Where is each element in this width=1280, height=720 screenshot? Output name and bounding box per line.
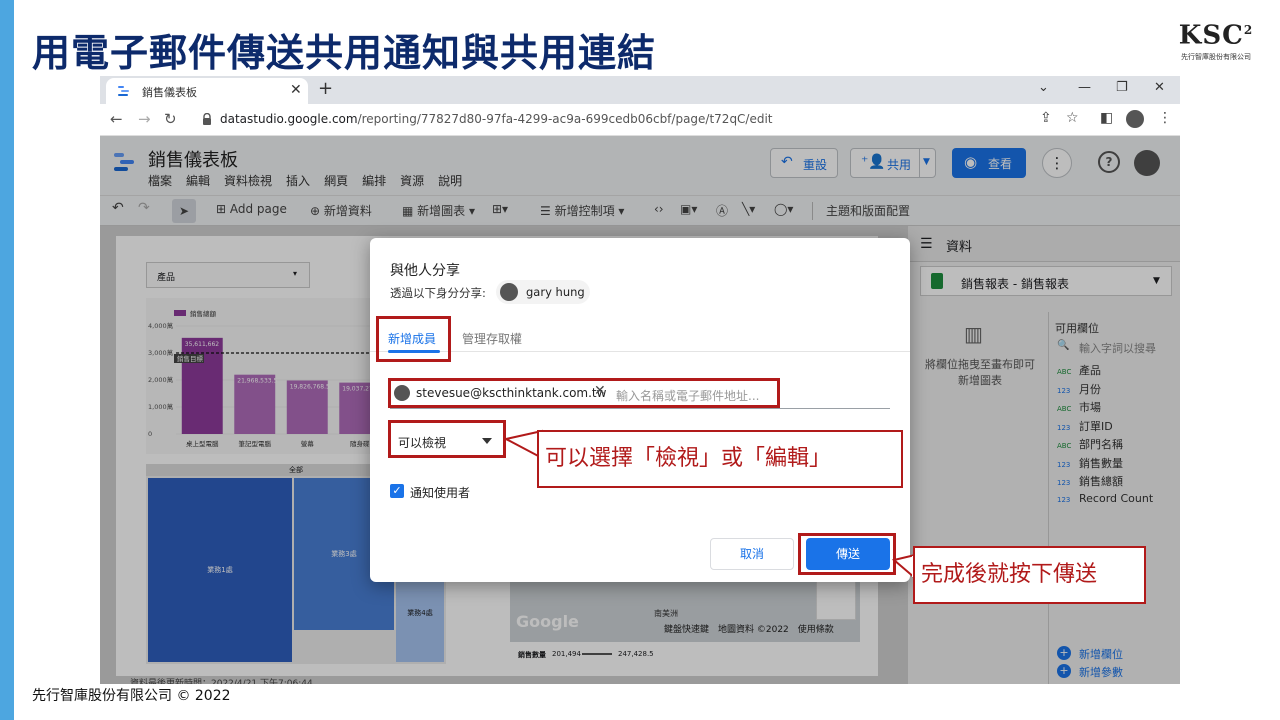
highlight-add-members-tab xyxy=(376,316,451,362)
url-field[interactable]: datastudio.google.com/reporting/77827d80… xyxy=(192,107,1092,133)
share-as-chip: gary hung xyxy=(496,280,590,304)
notify-label: 通知使用者 xyxy=(410,486,471,500)
cancel-button[interactable]: 取消 xyxy=(710,538,794,570)
slide-footer: 先行智庫股份有限公司 © 2022 xyxy=(32,688,231,704)
tab-close-icon[interactable]: ✕ xyxy=(290,82,302,98)
share-as-avatar xyxy=(500,283,518,301)
close-window-icon[interactable]: ✕ xyxy=(1154,80,1165,95)
callout-send: 完成後就按下傳送 xyxy=(913,546,1146,604)
share-as-label: 透過以下身分分享: xyxy=(390,286,486,300)
dialog-title: 與他人分享 xyxy=(390,263,460,279)
dialog-tabs: 新增成員 管理存取權 xyxy=(370,324,910,353)
callout-permission: 可以選擇「檢視」或「編輯」 xyxy=(537,430,903,488)
back-icon[interactable]: ← xyxy=(110,110,123,128)
reload-icon[interactable]: ↻ xyxy=(164,110,177,128)
tab-title: 銷售儀表板 xyxy=(142,86,197,99)
bookmark-star-icon[interactable]: ☆ xyxy=(1066,110,1079,126)
tab-strip: 銷售儀表板 ✕ + ⌄ — ❐ ✕ xyxy=(100,76,1180,104)
highlight-invite-input xyxy=(388,378,780,408)
share-page-icon[interactable]: ⇪ xyxy=(1040,110,1052,126)
lock-icon xyxy=(203,113,211,125)
slide-title: 用電子郵件傳送共用通知與共用連結 xyxy=(32,31,657,75)
share-dialog: 與他人分享 透過以下身分分享: gary hung 新增成員 管理存取權 ste… xyxy=(370,238,910,582)
highlight-permission-dropdown xyxy=(388,420,506,458)
logo-mark: KSC2 xyxy=(1178,20,1254,51)
slide-left-stripe xyxy=(0,0,14,720)
logo-company-name: 先行智庫股份有限公司 xyxy=(1181,52,1251,61)
highlight-send-button xyxy=(798,533,896,575)
url-text: datastudio.google.com/reporting/77827d80… xyxy=(220,112,773,126)
restore-icon[interactable]: ❐ xyxy=(1116,80,1128,95)
minimize-icon[interactable]: — xyxy=(1078,80,1091,95)
address-bar: ← → ↻ datastudio.google.com/reporting/77… xyxy=(100,104,1180,136)
profile-avatar[interactable] xyxy=(1126,110,1144,128)
share-as-user: gary hung xyxy=(526,285,585,299)
new-tab-icon[interactable]: + xyxy=(318,78,333,99)
browser-tab[interactable]: 銷售儀表板 ✕ xyxy=(106,78,308,104)
forward-icon[interactable]: → xyxy=(138,110,151,128)
slide: 用電子郵件傳送共用通知與共用連結 KSC2 先行智庫股份有限公司 銷售儀表板 ✕… xyxy=(0,0,1280,720)
tab-search-chevron-icon[interactable]: ⌄ xyxy=(1038,80,1049,95)
side-panel-icon[interactable]: ◧ xyxy=(1100,110,1113,126)
tab-manage-access[interactable]: 管理存取權 xyxy=(462,330,522,347)
company-logo: KSC2 先行智庫股份有限公司 xyxy=(1176,14,1256,66)
browser-menu-icon[interactable]: ⋮ xyxy=(1158,110,1172,126)
datastudio-favicon-icon xyxy=(118,86,129,96)
notify-checkbox[interactable]: ✓ xyxy=(390,484,404,498)
